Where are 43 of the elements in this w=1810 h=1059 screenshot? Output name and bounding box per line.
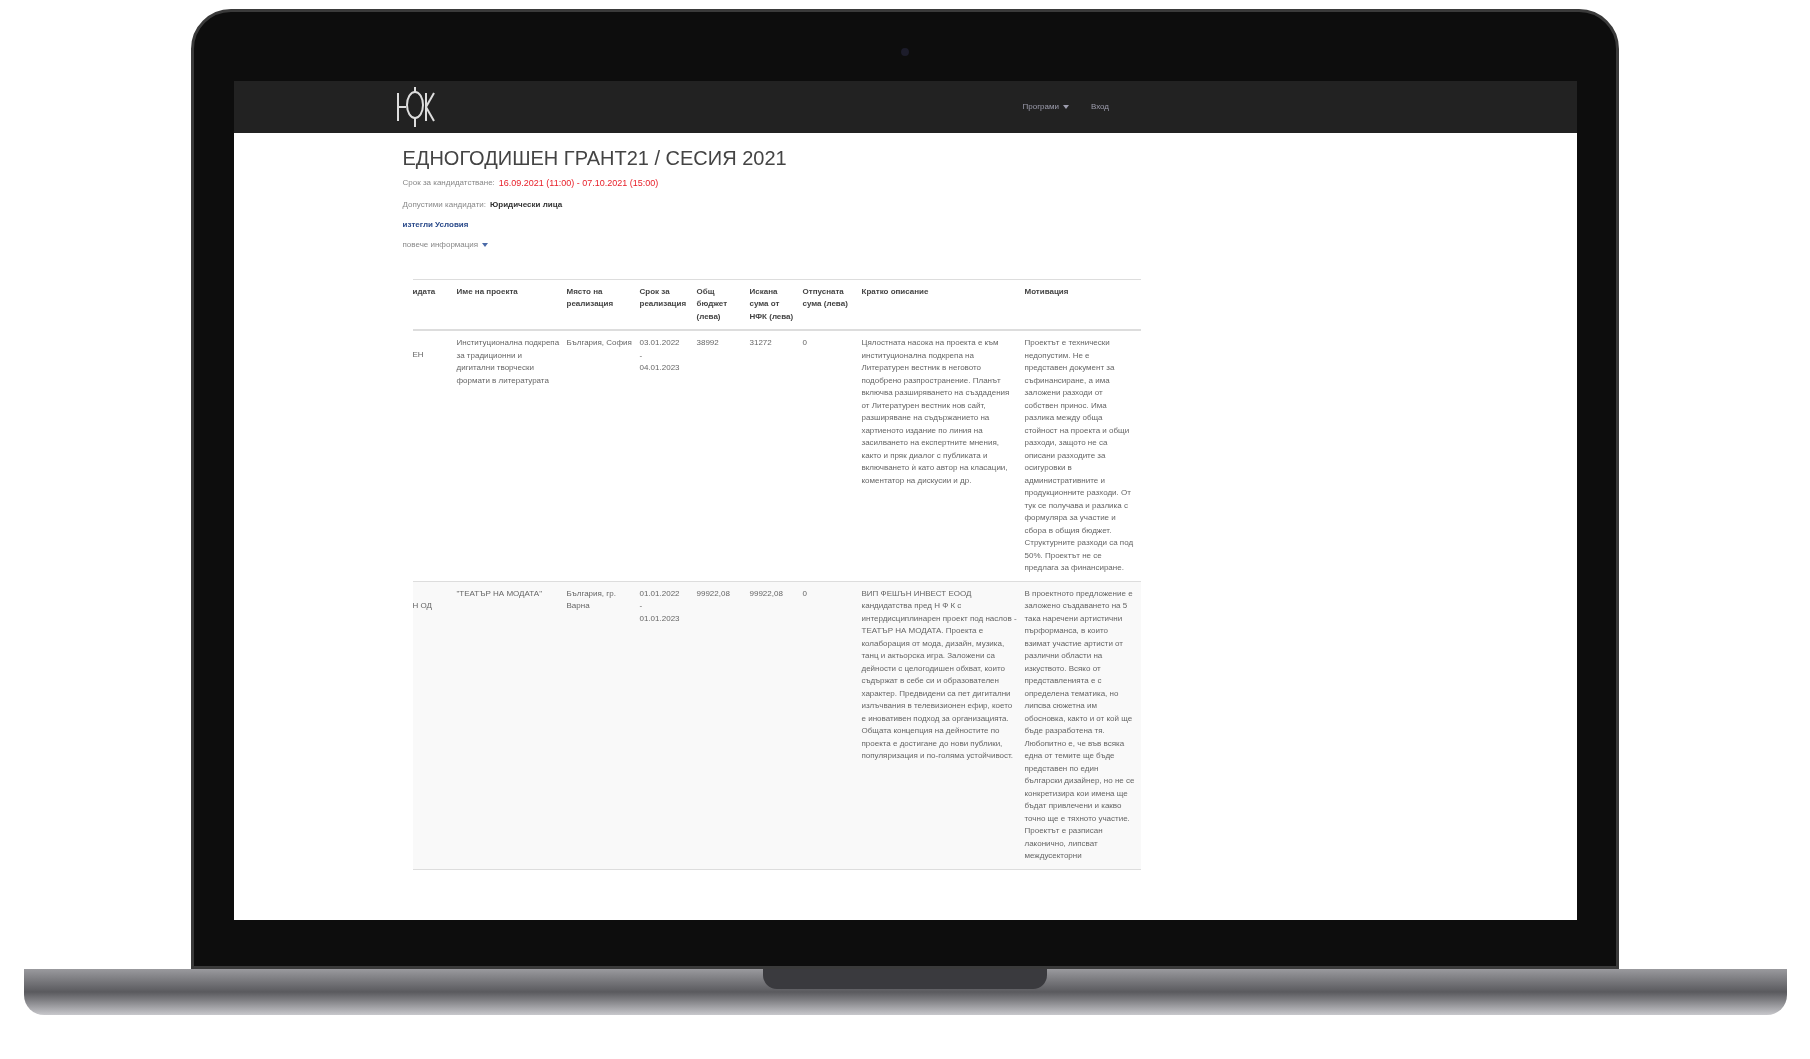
- table-cell-text: Цялостната насока на проекта е към институционална подкрепа на Литературен вестник в неговото подобрено разпространение. Планът включва разширяването на създадения от Литературен вестник нов сайт, разширяване на съдържанието на хартиеното издание по линия на засилването на експертните мнения, както и пряк диалог с публиката и включването ѝ като автор на класации, коментатор на дискусии и др.: [861, 337, 1011, 487]
- column-header: Общ бюджет (лева): [696, 285, 729, 323]
- eligible-label: Допустими кандидати:: [402, 198, 486, 211]
- table-cell-text: България, гр. Варна: [566, 587, 617, 612]
- column-header: Мотивация: [1024, 285, 1070, 298]
- deadline-value: 16.09.2021 (11:00) - 07.10.2021 (15:00): [498, 177, 659, 190]
- more-info-link[interactable]: повече информация: [402, 238, 489, 251]
- table-cell-text: 99922,08: [749, 587, 784, 600]
- table-cell-text: Н ОД: [412, 599, 433, 612]
- table-cell-text: ЕН: [412, 349, 425, 361]
- table-cell-text: ВИП ФЕШЪН ИНВЕСТ ЕООД кандидатства пред Н Ф К с интердисциплинарен проект под наслов - ТЕАТЪР НА МОДАТА. Проекта е колаборация от мода, дизайн, музика, танц и актьорска игра. Заложени са дейности с целогодишен обхват, които съдържат в себе си и образователен характер. Предвидени са пет дигитални излъчвания в телевизионен ефир, което е иновативен подход за организацията. Общата концепция на дейностите по проекта е достигане до нови публики, популяризация и по-голяма устойчивост.: [861, 587, 1018, 762]
- eligible-value: Юридически лица: [490, 198, 563, 211]
- column-header: Искана сума от НФК (лева): [749, 285, 795, 323]
- table-cell-text: В проектното предложение е заложено създаването на 5 така наречени артистични пърформанса, в които взимат участие артисти от различни области на изкуството. Всяко от представленията е с определена тематика, но липсва сюжетна им обосновка, както и от кой ще бъде разработена тя. Любопитно е, че във всяка една от темите ще бъде представен по един български дизайнер, но не се конкретизира кои имена ще бъдат привлечени и какво точно ще е тяхното участие. Проектът е разписан лаконично, липсват междусекторни: [1024, 587, 1136, 862]
- table-cell-text: 0: [802, 587, 808, 600]
- table-cell-text: -: [639, 600, 643, 612]
- table-cell-text: Институционална подкрепа за традиционни и дигитални творчески формати в литературата: [456, 337, 561, 387]
- table-cell-text: Проектът е технически недопустим. Не е представен документ за съфинансиране, а има заложени разходи от собствен принос. Има разлика между обща стойност на проекта и общи разходи, защото не са описани разходите за осигуровки в административните и продукционните разходи. От тук се получава и разлика с формуляра за участие и сбора в общия бюджет. Структурните разходи са под 50%. Проектът не се предлага за финансиране.: [1024, 337, 1135, 574]
- table-cell-text: 03.01.2022: [639, 337, 680, 349]
- camera-icon: [901, 48, 909, 56]
- table-cell-text: 99922,08: [696, 587, 731, 600]
- nav-link[interactable]: Вход: [1090, 101, 1110, 113]
- table-cell-text: "ТЕАТЪР НА МОДАТА": [456, 587, 544, 600]
- table-cell: 01.01.2022: [639, 587, 680, 600]
- table-cell-text: 38992: [696, 337, 720, 349]
- nav-link[interactable]: Програми: [1022, 101, 1069, 113]
- column-header: Отпусната сума (лева): [802, 285, 849, 310]
- column-header: Място на реализация: [566, 285, 615, 310]
- table-cell: -: [639, 349, 643, 362]
- table-cell-text: 31272: [749, 337, 773, 349]
- table-cell-text: 04.01.2023: [639, 362, 680, 374]
- deadline-label: Срок за кандидатстване:: [402, 177, 495, 189]
- column-header: Име на проекта: [456, 285, 519, 298]
- table-cell: 01.01.2023: [639, 612, 680, 625]
- column-header: идата: [412, 285, 437, 298]
- caret-icon: [482, 242, 489, 247]
- table-cell-text: България, София: [566, 337, 633, 349]
- conditions-link[interactable]: изтегли Условия: [402, 218, 469, 231]
- column-header: Кратко описание: [861, 285, 930, 298]
- page-title: ЕДНОГОДИШЕН ГРАНТ21 / СЕСИЯ 2021: [402, 146, 788, 171]
- caret-icon: [1062, 105, 1069, 109]
- column-header: Срок за реализация: [639, 285, 688, 310]
- table-cell-text: 0: [802, 337, 808, 349]
